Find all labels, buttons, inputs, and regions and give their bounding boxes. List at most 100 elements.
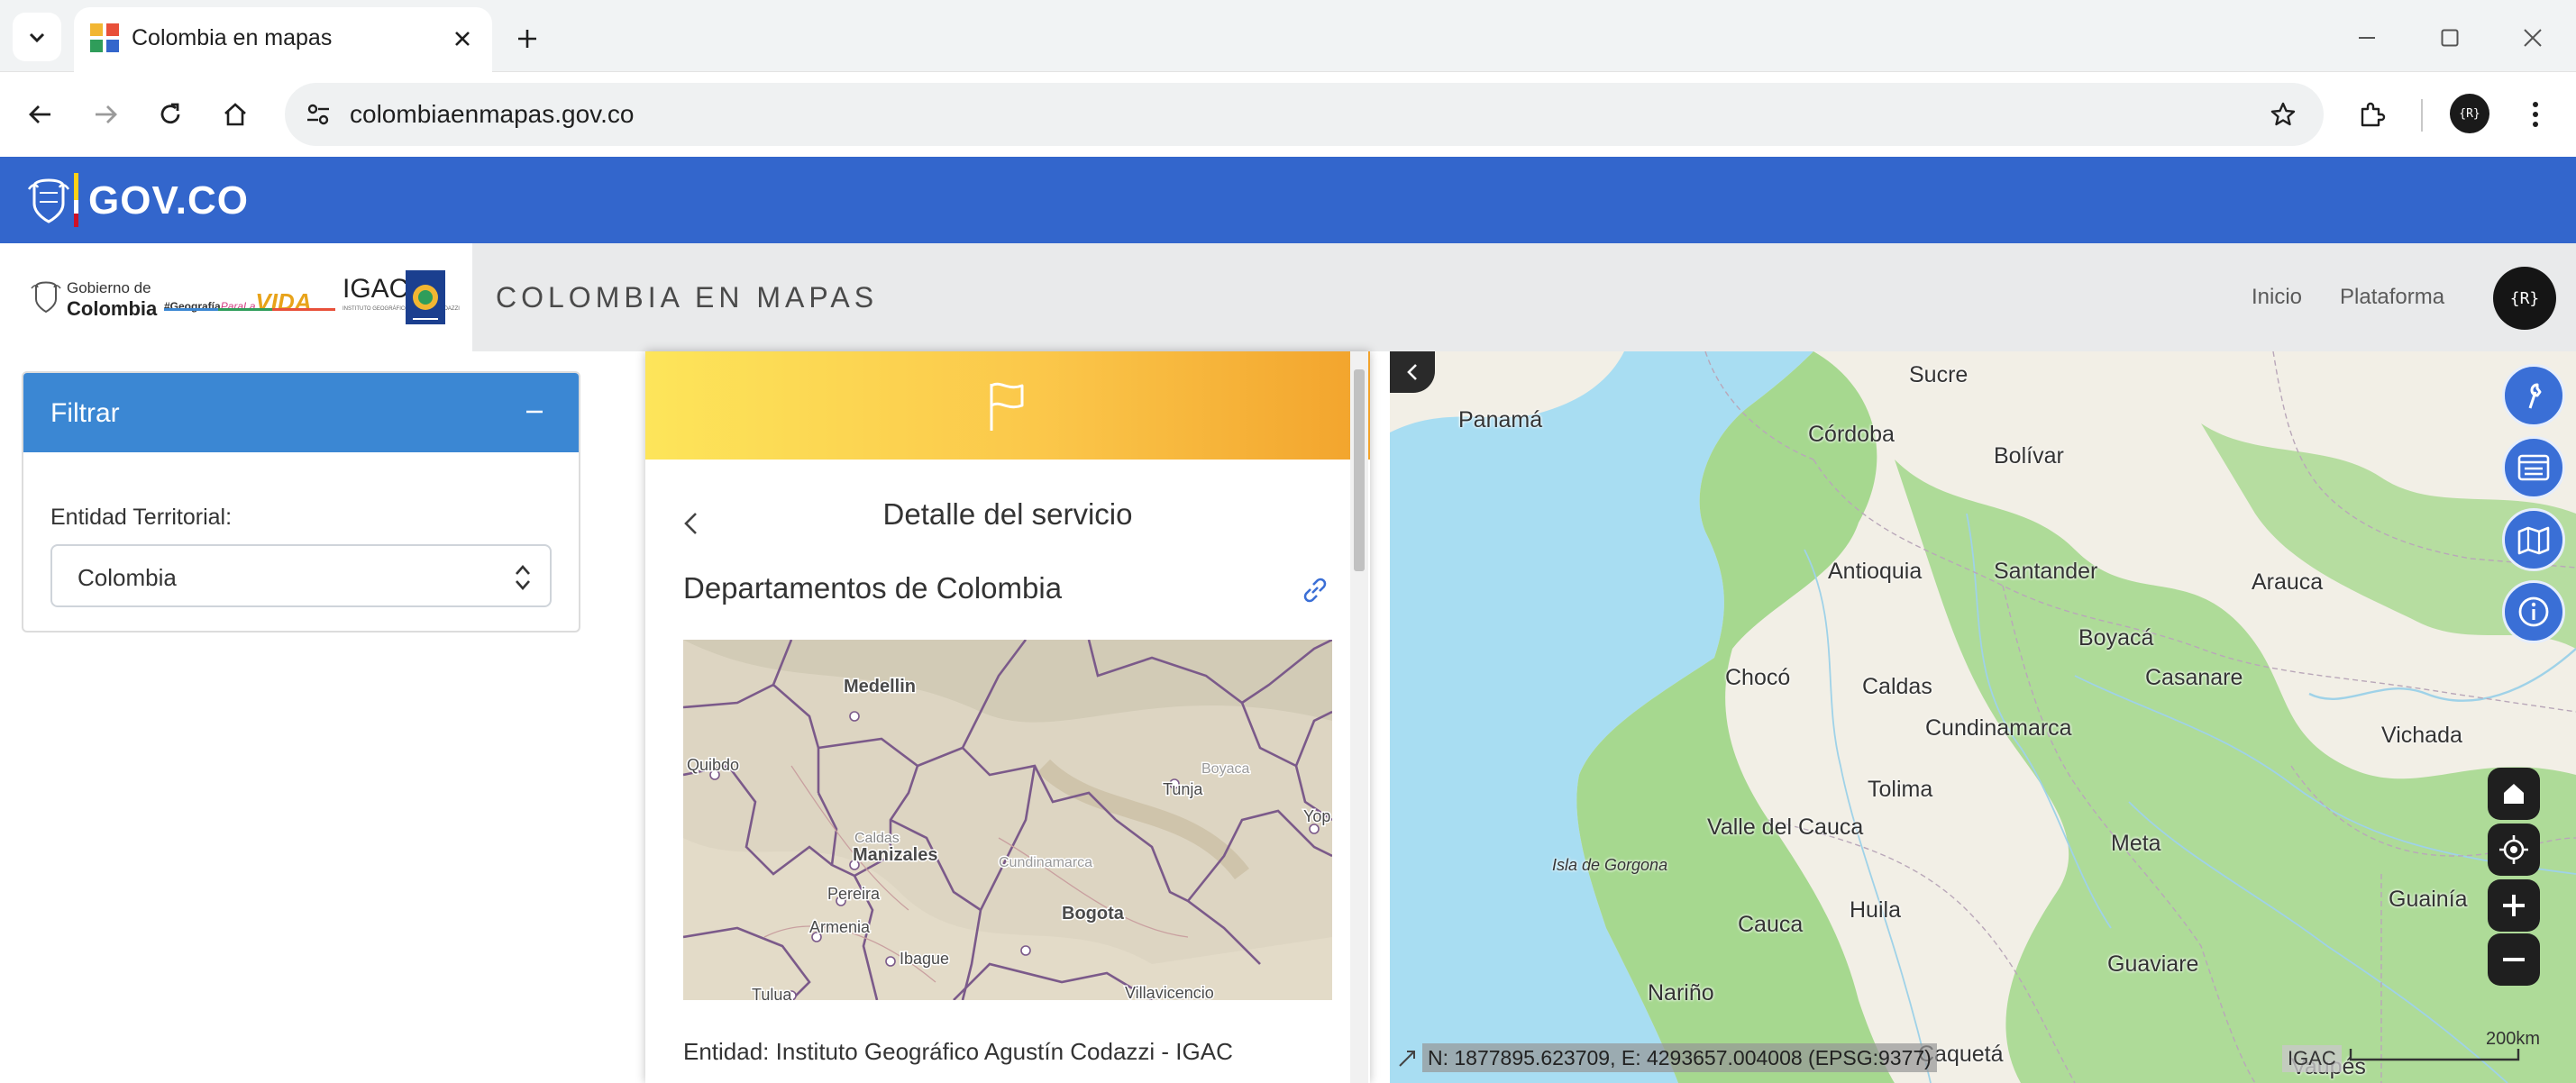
zoom-out-button[interactable] <box>2488 933 2540 986</box>
user-avatar[interactable]: {R} <box>2493 267 2556 330</box>
logo-gobierno-line2: Colombia <box>67 297 158 320</box>
zoom-in-button[interactable] <box>2488 879 2540 932</box>
url-text: colombiaenmapas.gov.co <box>350 100 635 128</box>
preview-label: Cundinamarca <box>999 855 1092 870</box>
igac-logo[interactable]: IGAC INSTITUTO GEOGRÁFICO AGUSTÍN CODAZZ… <box>343 270 460 324</box>
window-minimize-button[interactable] <box>2342 13 2392 63</box>
browser-menu-button[interactable] <box>2511 90 2560 139</box>
tab-title: Colombia en mapas <box>132 25 333 50</box>
preview-label: Boyaca <box>1201 761 1249 777</box>
close-icon <box>455 32 470 46</box>
close-icon <box>2524 29 2542 47</box>
info-icon <box>2518 596 2549 627</box>
bookmark-button[interactable] <box>2261 92 2306 137</box>
main-content: Filtrar Entidad Territorial: Colombia De… <box>0 351 2576 1083</box>
preview-label: Manizales <box>853 845 937 865</box>
plus-icon <box>2503 895 2525 916</box>
reload-icon <box>160 103 180 124</box>
arrow-right-icon <box>96 105 117 123</box>
home-icon <box>2504 784 2524 804</box>
igac-emblem-icon <box>406 270 445 324</box>
entidad-territorial-label: Entidad Territorial: <box>50 505 233 530</box>
chevron-left-icon <box>1407 364 1417 380</box>
map-label: Guaviare <box>2107 951 2199 977</box>
new-tab-button[interactable] <box>505 16 550 61</box>
tab-close-button[interactable] <box>442 18 483 59</box>
list-panel-icon <box>2517 454 2550 481</box>
site-header: Gobierno de Colombia #GeografíaParaLaVID… <box>0 243 2576 351</box>
map-label: Chocó <box>1725 665 1791 690</box>
tools-button[interactable] <box>2502 364 2565 427</box>
tab-search-button[interactable] <box>13 13 61 61</box>
detail-scrollbar-thumb[interactable] <box>1354 369 1365 571</box>
nav-plataforma[interactable]: Plataforma <box>2340 285 2444 310</box>
entidad-territorial-value: Colombia <box>78 564 177 591</box>
map-label: Guainía <box>2389 887 2468 912</box>
preview-label: Bogota <box>1062 904 1125 924</box>
tab-colombia-en-mapas[interactable]: Colombia en mapas <box>74 7 492 72</box>
map-label: Caldas <box>1862 674 1932 699</box>
layers-button[interactable] <box>2502 436 2565 499</box>
kebab-menu-icon <box>2533 102 2538 127</box>
resize-icon[interactable] <box>1393 1045 1420 1072</box>
map-label: Boyacá <box>2078 625 2154 651</box>
map-label: Antioquia <box>1828 559 1923 584</box>
maximize-icon <box>2441 29 2459 47</box>
service-link-button[interactable] <box>1294 569 1336 611</box>
gobierno-de-colombia-logo[interactable]: Gobierno de Colombia <box>31 276 166 320</box>
service-preview-map[interactable]: Medellin Quibdo Caldas Manizales Pereira… <box>683 640 1332 1000</box>
filter-title: Filtrar <box>50 398 120 428</box>
reload-button[interactable] <box>146 90 195 139</box>
map-home-button[interactable] <box>2488 768 2540 820</box>
gov-co-link[interactable]: GOV.CO <box>88 178 249 223</box>
map-viewer[interactable]: Sucre Panamá Córdoba Bolívar Antioquia S… <box>1390 351 2576 1083</box>
expand-arrow-icon <box>1399 1051 1415 1067</box>
address-bar[interactable]: colombiaenmapas.gov.co <box>285 83 2324 146</box>
nav-inicio[interactable]: Inicio <box>2252 285 2302 310</box>
window-maximize-button[interactable] <box>2425 13 2475 63</box>
service-detail-panel: Detalle del servicio Departamentos de Co… <box>645 351 1370 1083</box>
map-label: Bolívar <box>1994 443 2064 469</box>
map-label: Córdoba <box>1808 422 1895 447</box>
map-label: Huila <box>1850 897 1901 923</box>
detail-scrollbar[interactable] <box>1350 351 1368 1083</box>
site-info-button[interactable] <box>296 92 341 137</box>
preview-map-graphic: Medellin Quibdo Caldas Manizales Pereira… <box>683 640 1332 1000</box>
preview-label: Caldas <box>854 831 900 846</box>
map-attribution: IGAC <box>2282 1045 2342 1072</box>
locate-button[interactable] <box>2488 824 2540 876</box>
flag-icon <box>990 382 1024 431</box>
extensions-button[interactable] <box>2347 90 2396 139</box>
info-button[interactable] <box>2502 580 2565 643</box>
minimize-icon <box>2359 37 2375 39</box>
plus-icon <box>518 30 536 48</box>
preview-label: Villavicencio <box>1125 984 1214 1000</box>
collapse-panel-button[interactable] <box>1390 351 1435 393</box>
profile-avatar[interactable]: {R} <box>2450 94 2489 133</box>
star-icon <box>2270 102 2296 126</box>
browser-tab-strip: Colombia en mapas <box>0 0 2576 72</box>
preview-label: Tunja <box>1163 780 1203 798</box>
window-close-button[interactable] <box>2507 13 2558 63</box>
chevron-down-icon <box>29 32 45 43</box>
crosshair-icon <box>2499 835 2528 864</box>
filter-collapse-button[interactable] <box>514 391 555 432</box>
filter-panel-header[interactable]: Filtrar <box>23 373 579 452</box>
home-button[interactable] <box>211 90 260 139</box>
map-label: Arauca <box>2252 569 2324 595</box>
geografia-para-la-vida-logo[interactable]: #GeografíaParaLaVIDA <box>164 279 335 315</box>
entidad-territorial-select[interactable]: Colombia <box>50 544 552 607</box>
map-label: Nariño <box>1648 980 1714 1006</box>
back-button[interactable] <box>16 90 65 139</box>
puzzle-icon <box>2361 102 2386 127</box>
browser-toolbar: colombiaenmapas.gov.co {R} <box>0 72 2576 157</box>
maps-button[interactable] <box>2502 508 2565 571</box>
preview-label: Ibague <box>900 950 949 968</box>
site-favicon-icon <box>90 23 119 52</box>
coordinate-readout: N: 1877895.623709, E: 4293657.004008 (EP… <box>1422 1043 1937 1072</box>
map-label: Sucre <box>1909 362 1969 387</box>
institution-logos: Gobierno de Colombia #GeografíaParaLaVID… <box>0 243 472 351</box>
logo-gobierno-line1: Gobierno de <box>67 279 151 296</box>
flag-stripe <box>74 173 78 227</box>
forward-button[interactable] <box>81 90 130 139</box>
